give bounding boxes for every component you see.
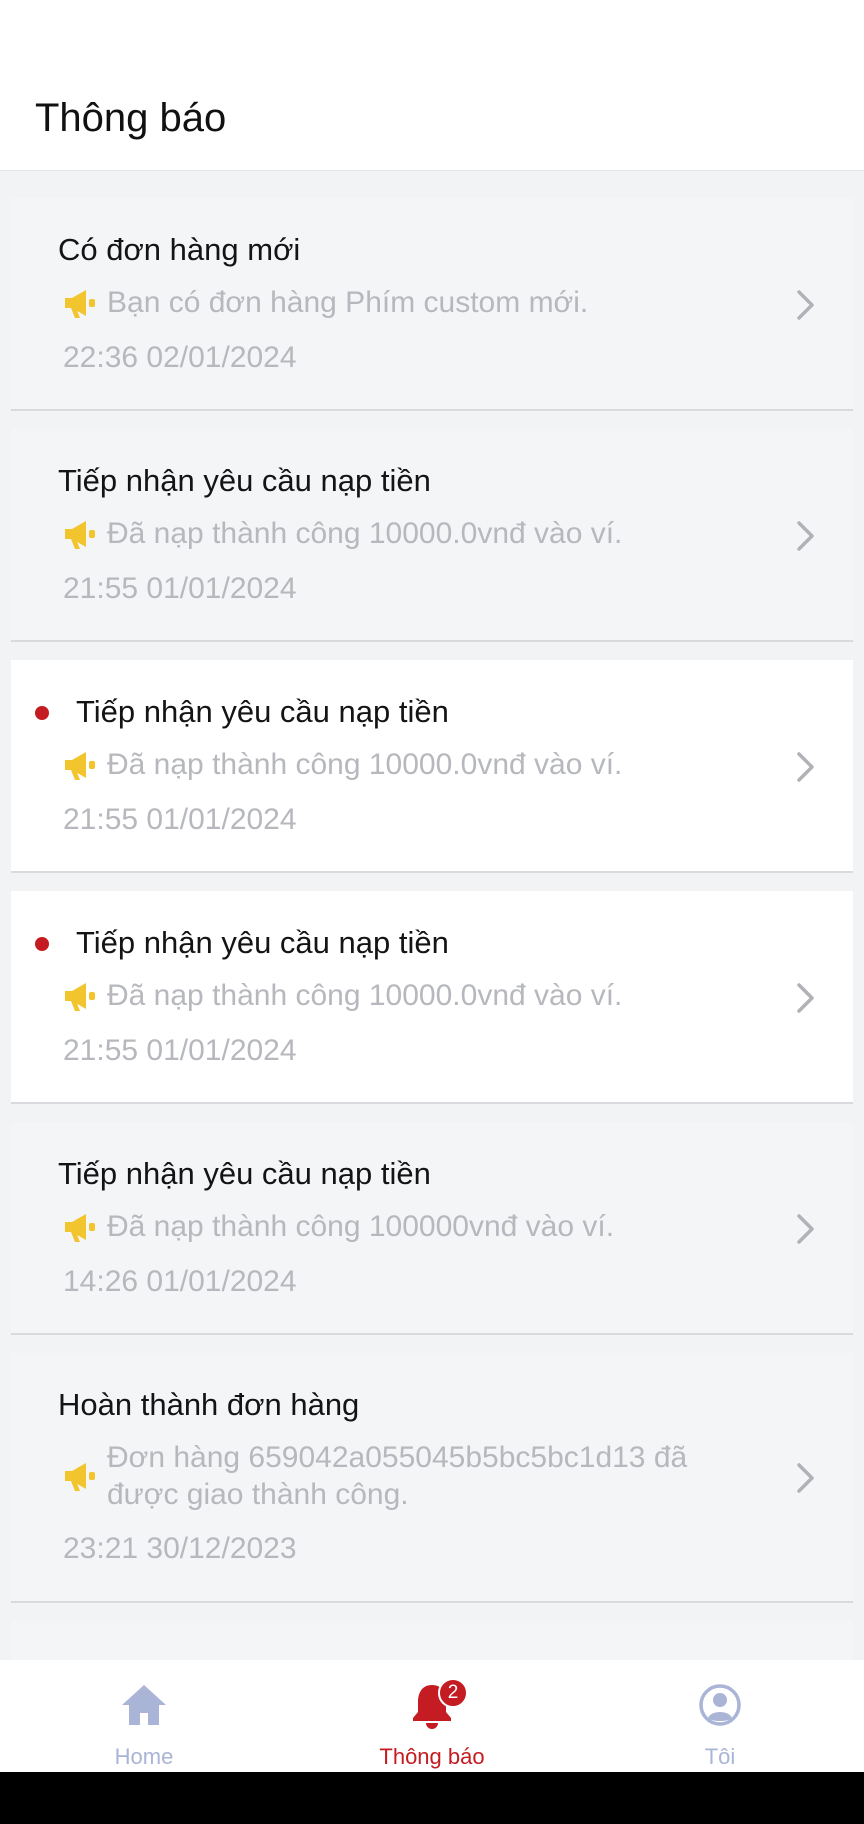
app-header: Thông báo [0, 0, 864, 171]
megaphone-icon [65, 982, 95, 1011]
notification-message: Đã nạp thành công 10000.0vnđ vào ví. [107, 517, 623, 550]
notification-title: Hoàn thành đơn hàng [58, 1387, 360, 1422]
page-title: Thông báo [35, 96, 227, 140]
notification-message-row: Đã nạp thành công 10000.0vnđ vào ví. [63, 746, 783, 783]
notification-message: Đã nạp thành công 10000.0vnđ vào ví. [107, 979, 623, 1012]
notification-message-row: Đã nạp thành công 10000.0vnđ vào ví. [63, 515, 783, 552]
notification-count-badge: 2 [438, 1678, 468, 1708]
megaphone-icon [65, 751, 95, 780]
tab-profile-label: Tôi [704, 1744, 736, 1769]
notification-item-unread[interactable]: Tiếp nhận yêu cầu nạp tiền Đã nạp thành … [11, 891, 853, 1104]
notification-title: Tiếp nhận yêu cầu nạp tiền [58, 1156, 431, 1191]
notification-message: Đã nạp thành công 10000.0vnđ vào ví. [107, 748, 623, 781]
notification-time: 21:55 01/01/2024 [63, 1034, 297, 1067]
notification-message-row: Bạn có đơn hàng Phím custom mới. [63, 284, 783, 321]
chevron-right-icon [797, 521, 814, 551]
home-icon [122, 1685, 166, 1725]
chevron-right-icon [797, 1463, 814, 1493]
notification-item[interactable]: Tiếp nhận yêu cầu nạp tiền Đã nạp thành … [11, 429, 853, 642]
chevron-right-icon [797, 983, 814, 1013]
notification-message: Đơn hàng 659042a055045b5bc5bc1d13 đã đượ… [107, 1441, 688, 1511]
tab-profile[interactable]: Tôi [576, 1660, 864, 1772]
chevron-right-icon [797, 752, 814, 782]
unread-dot [35, 937, 49, 951]
unread-dot [35, 706, 49, 720]
notification-title: Tiếp nhận yêu cầu nạp tiền [58, 463, 431, 498]
bottom-tab-bar: Home 2 Thông báo Tôi [0, 1660, 864, 1772]
megaphone-icon [65, 289, 95, 318]
notification-message: Đã nạp thành công 100000vnđ vào ví. [107, 1210, 615, 1243]
chevron-right-icon [797, 1214, 814, 1244]
tab-home[interactable]: Home [0, 1660, 288, 1772]
notification-time: 21:55 01/01/2024 [63, 572, 297, 605]
megaphone-icon [65, 520, 95, 549]
notification-item[interactable]: Tiếp nhận yêu cầu nạp tiền Đã nạp thành … [11, 1122, 853, 1335]
notification-title: Tiếp nhận yêu cầu nạp tiền [76, 925, 449, 960]
notification-time: 21:55 01/01/2024 [63, 803, 297, 836]
tab-home-label: Home [114, 1744, 174, 1769]
notification-message: Bạn có đơn hàng Phím custom mới. [107, 286, 589, 319]
notification-message-row: Đã nạp thành công 100000vnđ vào ví. [63, 1208, 783, 1245]
notification-time: 23:21 30/12/2023 [63, 1532, 297, 1565]
tab-notifications-label: Thông báo [379, 1744, 485, 1769]
notification-title: Tiếp nhận yêu cầu nạp tiền [76, 694, 449, 729]
megaphone-icon [65, 1213, 95, 1242]
notification-item[interactable]: Hoàn thành đơn hàng Đơn hàng 659042a0550… [11, 1353, 853, 1603]
notification-title: Có đơn hàng mới [58, 232, 301, 267]
notification-message-row: Đơn hàng 659042a055045b5bc5bc1d13 đã đượ… [63, 1439, 743, 1513]
notification-time: 22:36 02/01/2024 [63, 341, 297, 374]
notification-time: 14:26 01/01/2024 [63, 1265, 297, 1298]
notification-item[interactable]: Có đơn hàng mới Bạn có đơn hàng Phím cus… [11, 198, 853, 411]
megaphone-icon [65, 1463, 95, 1491]
notification-message-row: Đã nạp thành công 10000.0vnđ vào ví. [63, 977, 783, 1014]
notification-item-unread[interactable]: Tiếp nhận yêu cầu nạp tiền Đã nạp thành … [11, 660, 853, 873]
user-circle-icon [699, 1684, 741, 1726]
chevron-right-icon [797, 290, 814, 320]
system-navigation-bar [0, 1772, 864, 1824]
tab-notifications[interactable]: 2 Thông báo [288, 1660, 576, 1772]
